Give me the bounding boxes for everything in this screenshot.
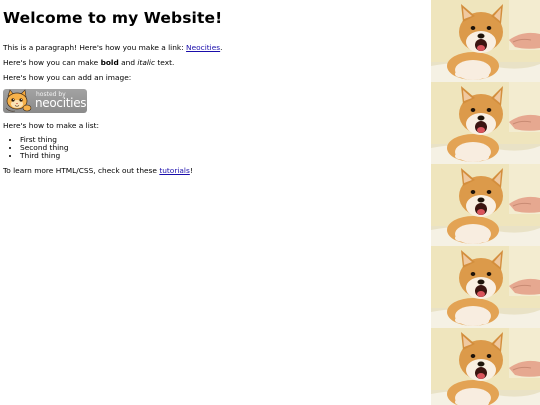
paragraph-tutorials: To learn more HTML/CSS, check out these …	[3, 166, 428, 176]
paragraph-link-text: This is a paragraph! Here's how you make…	[3, 43, 187, 52]
formatting-text-middle: and	[118, 58, 138, 67]
bold-text: bold	[100, 58, 119, 67]
doge-dog-image	[431, 328, 540, 405]
doge-dog-image	[431, 0, 540, 82]
tutorials-text: To learn more HTML/CSS, check out these	[3, 166, 160, 175]
tutorials-link[interactable]: tutorials	[159, 166, 190, 175]
tutorials-text-end: !	[189, 166, 193, 175]
paragraph-image: Here's how you can add an image:	[3, 73, 132, 82]
formatting-text-start: Here's how you can make	[3, 58, 101, 67]
paragraph-list: Here's how to make a list:	[3, 121, 99, 130]
doge-image-tile	[431, 328, 540, 405]
neocities-link[interactable]: Neocities	[186, 43, 220, 52]
doge-dog-image	[431, 82, 540, 164]
formatting-text-end: text.	[155, 58, 175, 67]
doge-image-tile	[431, 82, 540, 164]
doge-dog-image	[431, 246, 540, 328]
paragraph-link: This is a paragraph! Here's how you make…	[3, 43, 428, 53]
bullet-list: First thing Second thing Third thing	[3, 136, 428, 160]
page-title: Welcome to my Website!	[3, 9, 223, 27]
doge-image-tile	[431, 0, 540, 82]
list-item: Third thing	[20, 152, 428, 160]
list-item: First thing	[20, 136, 428, 144]
doge-image-tile	[431, 246, 540, 328]
paragraph-formatting: Here's how you can make bold and italic …	[3, 58, 428, 68]
doge-background-strip	[431, 0, 540, 405]
neocities-cat-icon	[5, 89, 32, 112]
doge-dog-image	[431, 164, 540, 246]
italic-text: italic	[137, 58, 156, 67]
list-item: Second thing	[20, 144, 428, 152]
paragraph-link-end: .	[220, 43, 223, 52]
hosted-by-neocities-badge[interactable]: hosted by neocities	[3, 89, 87, 113]
page-content: Welcome to my Website! This is a paragra…	[3, 0, 428, 176]
badge-neocities-text: neocities	[35, 96, 87, 110]
doge-image-tile	[431, 164, 540, 246]
